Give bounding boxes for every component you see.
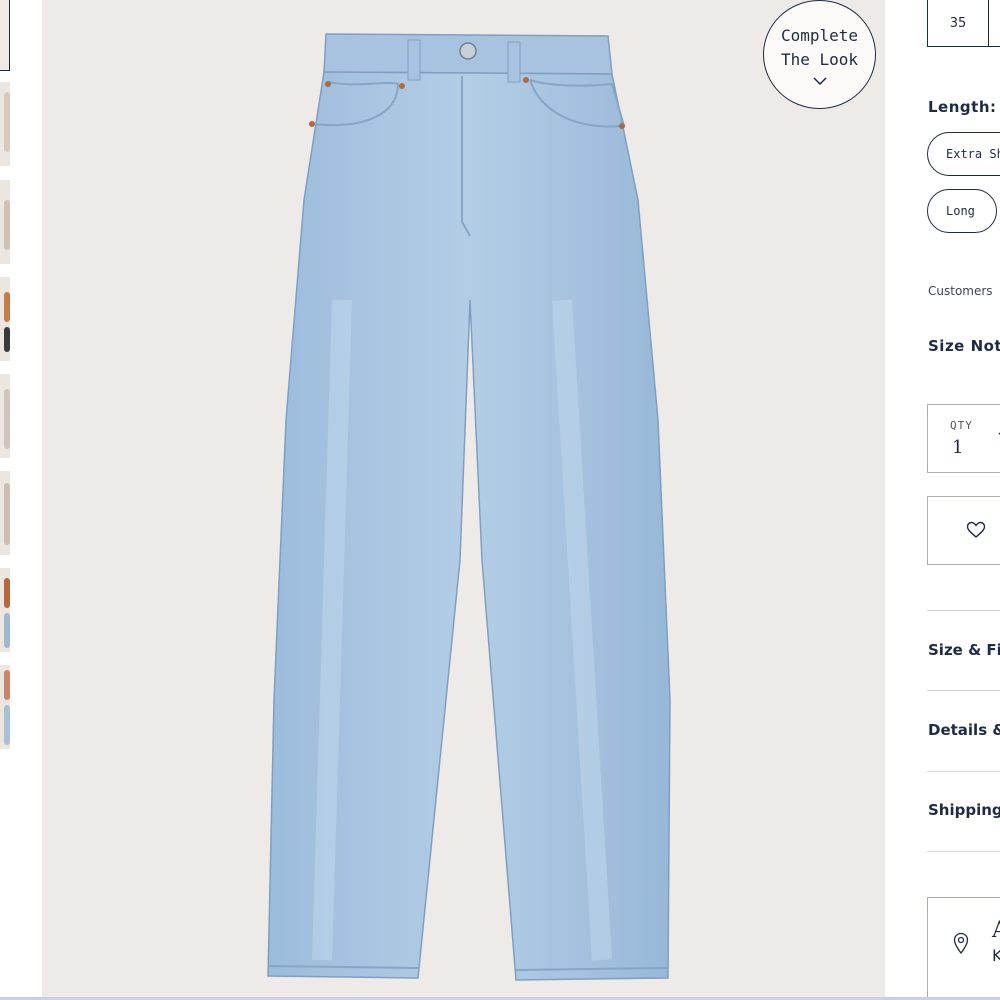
product-options-panel: 35 Length: Extra Short Long Customers Si… — [885, 0, 1000, 1000]
location-pin-icon — [953, 932, 969, 954]
accordion-details[interactable]: Details & — [928, 721, 1000, 739]
jeans-illustration — [267, 33, 671, 981]
thumbnail-1[interactable] — [0, 0, 10, 71]
product-image — [42, 0, 885, 997]
thumbnail-5[interactable] — [0, 374, 10, 458]
thumbnail-3[interactable] — [0, 180, 10, 264]
quantity-value: 1 — [952, 437, 964, 458]
thumbnail-8[interactable] — [0, 665, 10, 749]
thumbnail-strip — [0, 0, 12, 1000]
complete-look-line1: Complete — [780, 25, 859, 45]
store-subtitle: K — [992, 946, 1000, 965]
length-option-extra-short[interactable]: Extra Short — [927, 132, 1000, 176]
thumbnail-2[interactable] — [0, 82, 10, 166]
quantity-label: QTY — [950, 419, 973, 432]
complete-the-look-button[interactable]: Complete The Look — [763, 0, 876, 109]
complete-look-line2: The Look — [780, 49, 859, 69]
chevron-down-icon — [812, 76, 827, 85]
thumbnail-4[interactable] — [0, 277, 10, 361]
length-option-long[interactable]: Long — [927, 189, 997, 233]
thumbnail-7[interactable] — [0, 568, 10, 652]
quantity-select[interactable]: QTY 1 — [927, 404, 1000, 473]
divider — [927, 851, 1000, 852]
heart-icon — [966, 521, 986, 538]
divider — [927, 771, 1000, 772]
accordion-shipping[interactable]: Shipping — [928, 801, 1000, 819]
divider — [927, 690, 1000, 691]
size-option[interactable]: 35 — [928, 0, 989, 46]
size-not-listed-label: Size Not — [928, 337, 1000, 355]
wishlist-button[interactable] — [927, 496, 1000, 565]
store-pickup-box[interactable]: A K — [927, 897, 1000, 1000]
fit-note: Customers — [928, 284, 993, 298]
length-label: Length: — [928, 98, 997, 116]
thumbnail-6[interactable] — [0, 471, 10, 555]
store-title: A — [992, 918, 1000, 943]
divider — [927, 610, 1000, 611]
accordion-size-fit[interactable]: Size & Fit — [928, 641, 1000, 659]
size-grid: 35 — [927, 0, 1000, 47]
